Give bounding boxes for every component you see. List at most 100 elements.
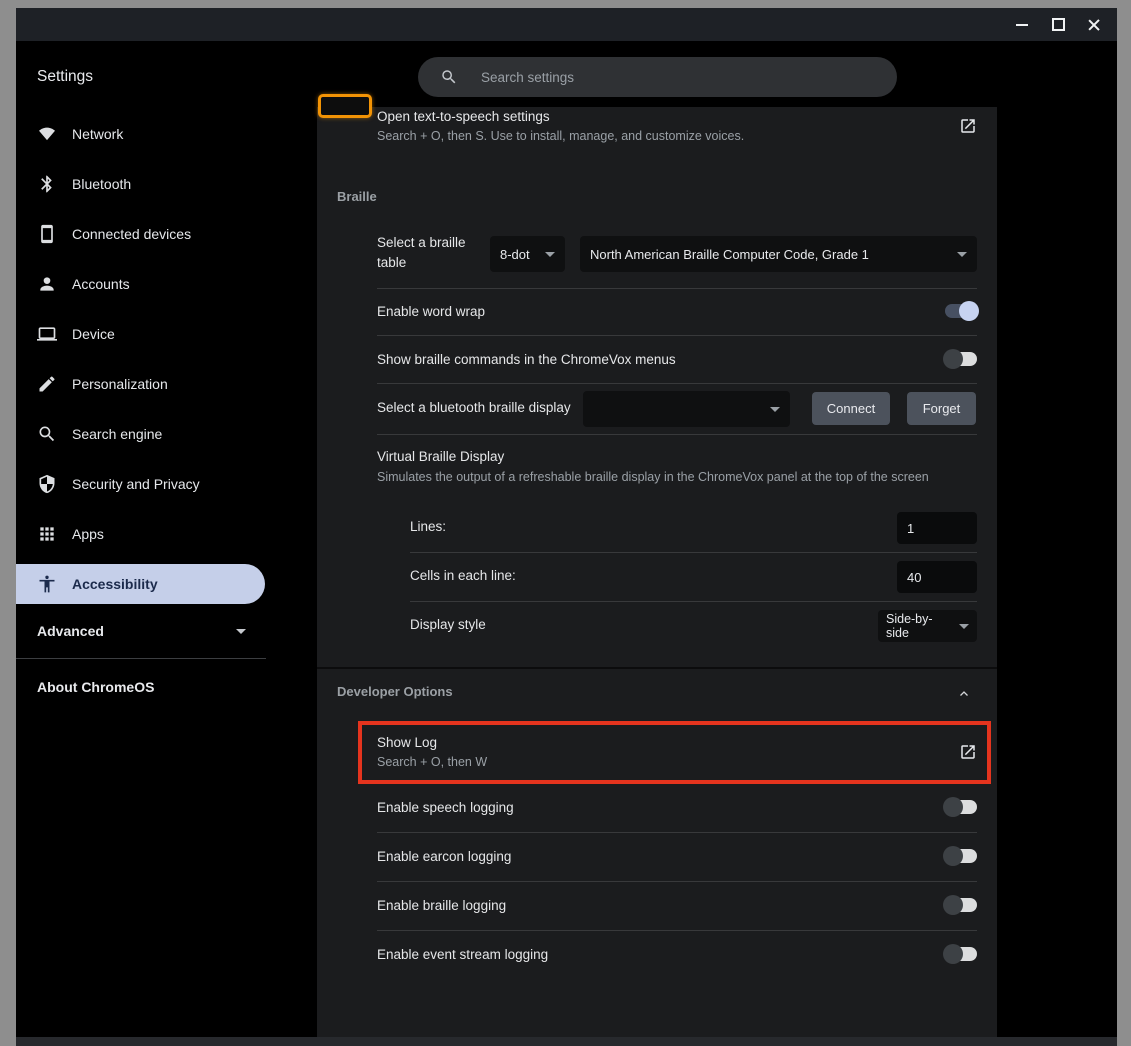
search-placeholder: Search settings (481, 70, 574, 85)
braille-commands-toggle[interactable] (945, 352, 977, 366)
toggle-knob (943, 797, 963, 817)
lines-row: Lines: 1 (317, 512, 997, 544)
braille-commands-label: Show braille commands in the ChromeVox m… (377, 352, 676, 367)
sidebar-item-label: Accounts (72, 276, 130, 292)
divider (377, 930, 977, 931)
word-wrap-row: Enable word wrap (377, 292, 977, 330)
accessibility-person-icon (37, 574, 57, 594)
sidebar-item-label: Connected devices (72, 226, 191, 242)
focus-ring-annotation (318, 94, 372, 118)
sidebar-item-apps[interactable]: Apps (16, 514, 265, 554)
minimize-button[interactable] (1015, 18, 1029, 32)
sidebar-item-label: Personalization (72, 376, 168, 392)
toggle-knob (959, 301, 979, 321)
chevron-down-icon (236, 629, 246, 634)
content-panel: Open text-to-speech settings Search + O,… (317, 107, 997, 1037)
braille-logging-label: Enable braille logging (377, 898, 506, 913)
tts-settings-row[interactable]: Open text-to-speech settings Search + O,… (377, 107, 977, 147)
sidebar-divider (16, 658, 266, 659)
close-icon (1088, 19, 1100, 31)
sidebar-item-connected-devices[interactable]: Connected devices (16, 214, 265, 254)
braille-logging-toggle[interactable] (945, 898, 977, 912)
magnifier-icon (37, 424, 57, 444)
display-style-select[interactable]: Side-by-side (878, 610, 977, 642)
settings-window: Settings Search settings Network Bluetoo… (16, 8, 1117, 1046)
braille-logging-row: Enable braille logging (377, 886, 977, 924)
lines-input[interactable]: 1 (897, 512, 977, 544)
apps-grid-icon (37, 524, 57, 544)
sidebar-item-device[interactable]: Device (16, 314, 265, 354)
braille-table-value: North American Braille Computer Code, Gr… (590, 247, 869, 262)
display-style-value: Side-by-side (886, 612, 955, 640)
virtual-braille-desc: Simulates the output of a refreshable br… (377, 467, 929, 487)
divider (410, 552, 977, 553)
show-log-row[interactable]: Show Log Search + O, then W (377, 724, 977, 780)
chevron-down-icon (545, 252, 555, 257)
braille-dot-select[interactable]: 8-dot (490, 236, 565, 272)
tts-text: Open text-to-speech settings Search + O,… (377, 107, 744, 146)
sidebar-item-search-engine[interactable]: Search engine (16, 414, 265, 454)
sidebar-item-label: Security and Privacy (72, 476, 200, 492)
section-divider (317, 667, 997, 669)
sidebar-item-about-chromeos[interactable]: About ChromeOS (16, 667, 265, 707)
event-stream-logging-toggle[interactable] (945, 947, 977, 961)
word-wrap-toggle[interactable] (945, 304, 977, 318)
lines-label: Lines: (410, 519, 446, 534)
sidebar-item-bluetooth[interactable]: Bluetooth (16, 164, 265, 204)
page-title: Settings (37, 67, 93, 87)
close-button[interactable] (1087, 18, 1101, 32)
wifi-icon (37, 124, 57, 144)
connect-button[interactable]: Connect (812, 392, 890, 425)
chevron-down-icon (959, 624, 969, 629)
search-icon (440, 68, 458, 86)
cells-row: Cells in each line: 40 (317, 561, 997, 593)
sidebar-item-network[interactable]: Network (16, 114, 265, 154)
word-wrap-label: Enable word wrap (377, 304, 485, 319)
event-stream-logging-row: Enable event stream logging (377, 935, 977, 973)
braille-table-label-wrap: Select a braille table (377, 233, 477, 273)
braille-section-header: Braille (337, 189, 377, 204)
external-link-icon[interactable] (959, 743, 977, 761)
shield-icon (37, 474, 57, 494)
toggle-knob (943, 349, 963, 369)
sidebar-item-label: Network (72, 126, 123, 142)
divider (410, 601, 977, 602)
sidebar-item-label: Search engine (72, 426, 162, 442)
speech-logging-row: Enable speech logging (377, 788, 977, 826)
window-titlebar (16, 8, 1117, 41)
sidebar-item-security-privacy[interactable]: Security and Privacy (16, 464, 265, 504)
desktop-background: Settings Search settings Network Bluetoo… (0, 0, 1131, 1046)
maximize-button[interactable] (1051, 18, 1065, 32)
toggle-knob (943, 895, 963, 915)
toggle-knob (943, 846, 963, 866)
virtual-braille-title: Virtual Braille Display (377, 447, 504, 467)
braille-table-select[interactable]: North American Braille Computer Code, Gr… (580, 236, 977, 272)
chevron-down-icon (770, 407, 780, 412)
divider (377, 881, 977, 882)
bluetooth-display-select[interactable] (583, 391, 790, 427)
sidebar-item-accounts[interactable]: Accounts (16, 264, 265, 304)
external-link-icon[interactable] (959, 117, 977, 135)
braille-dot-value: 8-dot (500, 247, 530, 262)
sidebar-advanced-expander[interactable]: Advanced (16, 611, 265, 651)
sidebar-item-personalization[interactable]: Personalization (16, 364, 265, 404)
chevron-up-icon[interactable] (958, 688, 970, 700)
search-input[interactable]: Search settings (418, 57, 897, 97)
window-bottom-edge (16, 1037, 1117, 1046)
bluetooth-display-row: Select a bluetooth braille display Conne… (317, 391, 997, 427)
person-icon (37, 274, 57, 294)
earcon-logging-label: Enable earcon logging (377, 849, 511, 864)
cells-input[interactable]: 40 (897, 561, 977, 593)
toggle-knob (943, 944, 963, 964)
divider (377, 434, 977, 435)
earcon-logging-toggle[interactable] (945, 849, 977, 863)
speech-logging-toggle[interactable] (945, 800, 977, 814)
cells-label: Cells in each line: (410, 568, 516, 583)
braille-commands-row: Show braille commands in the ChromeVox m… (377, 340, 977, 378)
advanced-label: Advanced (37, 623, 104, 639)
divider (377, 383, 977, 384)
show-log-text: Show Log Search + O, then W (377, 733, 487, 772)
sidebar-item-label: Apps (72, 526, 104, 542)
forget-button[interactable]: Forget (907, 392, 976, 425)
sidebar-item-accessibility[interactable]: Accessibility (16, 564, 265, 604)
